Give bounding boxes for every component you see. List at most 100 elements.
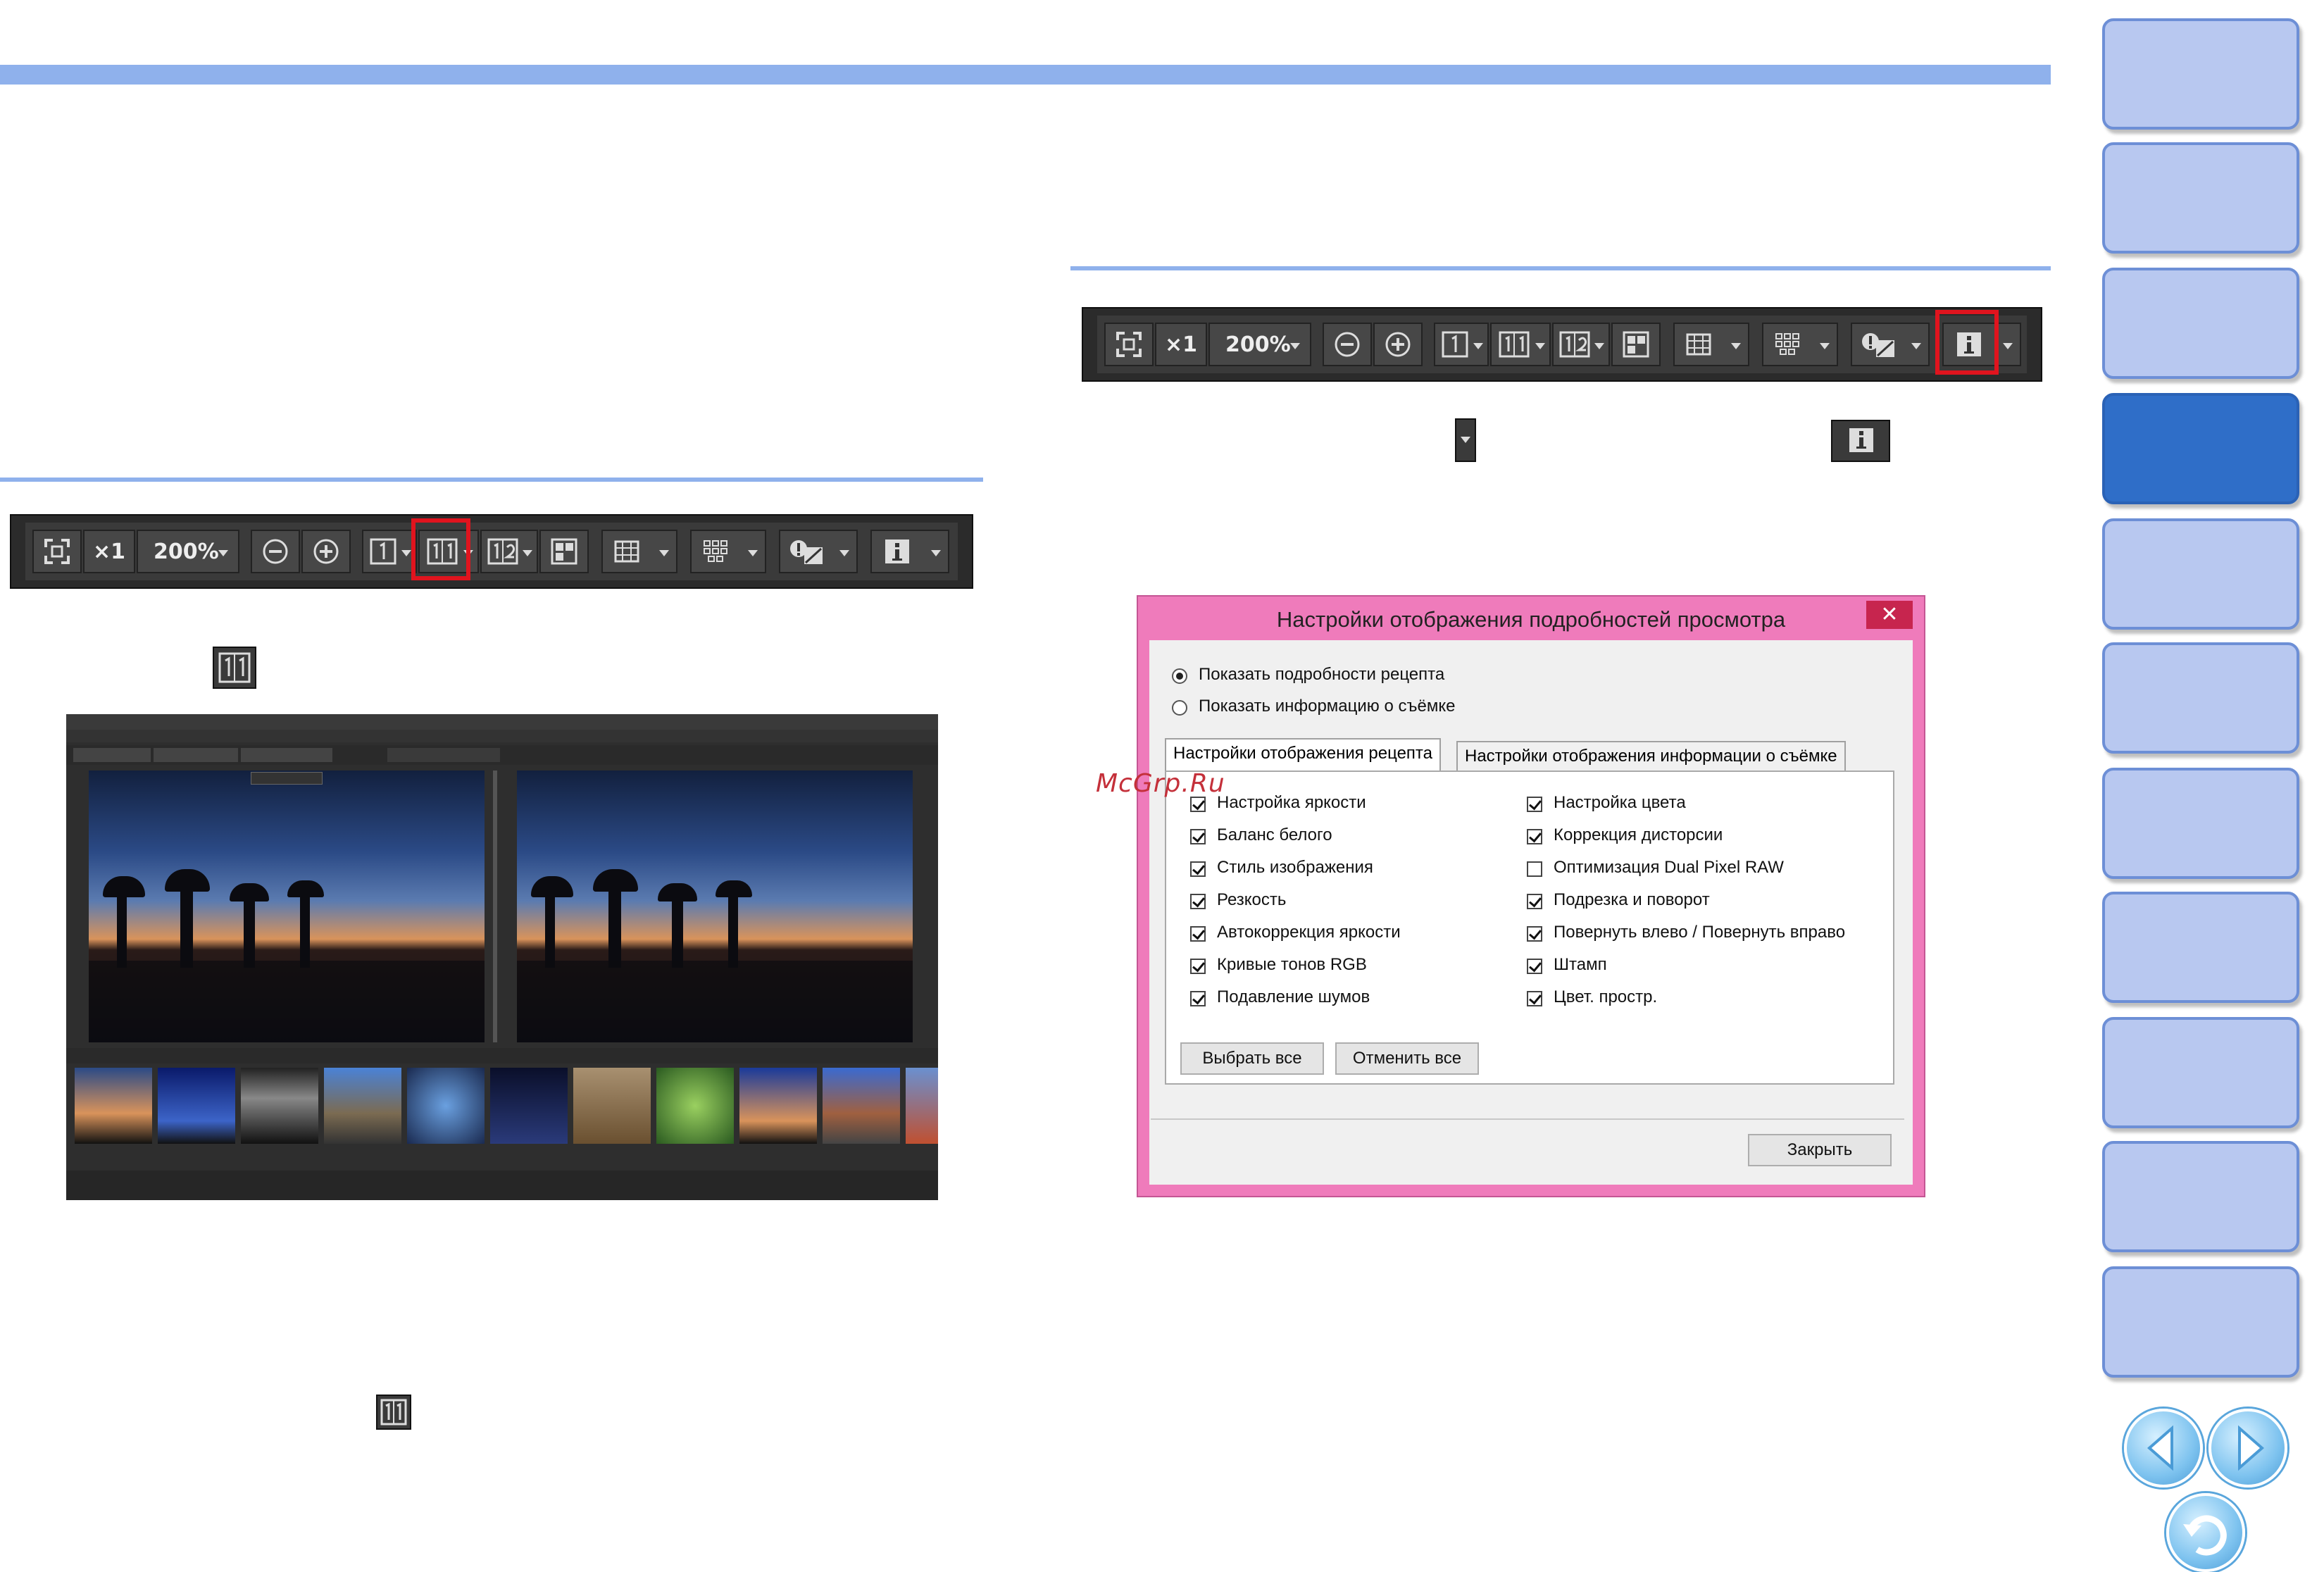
checkbox-label: Кривые тонов RGB	[1217, 955, 1367, 974]
checkbox-label: Штамп	[1554, 955, 1607, 974]
radio-shooting[interactable]	[1172, 700, 1187, 716]
grid-button[interactable]	[1673, 323, 1749, 366]
highlight-warning-button[interactable]	[779, 530, 858, 573]
tab-recipe-settings[interactable]: Настройки отображения рецепта	[1165, 738, 1441, 772]
checkbox-label: Стиль изображения	[1217, 858, 1373, 877]
dropdown-arrow-icon	[1455, 418, 1476, 462]
fit-screen-icon	[44, 539, 70, 564]
checkbox-label: Баланс белого	[1217, 825, 1332, 844]
return-button[interactable]	[2166, 1493, 2245, 1572]
screenshot-statusbar	[66, 1171, 938, 1200]
tab-shooting-settings[interactable]: Настройки отображения информации о съёмк…	[1456, 741, 1846, 772]
checkbox-label: Повернуть влево / Повернуть вправо	[1554, 923, 1846, 942]
zoom-out-button[interactable]	[1323, 323, 1372, 366]
af-points-button[interactable]	[690, 530, 766, 573]
x1-button[interactable]: ×1	[1155, 323, 1207, 366]
checkbox[interactable]	[1527, 991, 1542, 1006]
checkbox-label: Коррекция дисторсии	[1554, 825, 1723, 844]
zoom-in-icon	[313, 539, 339, 564]
viewer-toolbar-left: ×1 200%	[10, 514, 973, 589]
side-tab-3[interactable]	[2102, 268, 2299, 379]
two-view-button[interactable]	[1552, 323, 1610, 366]
prev-page-icon	[2147, 1425, 2173, 1471]
checkbox[interactable]	[1527, 959, 1542, 974]
compare-view-icon	[1499, 331, 1530, 358]
side-tab-4[interactable]	[2102, 393, 2299, 504]
af-points-icon	[704, 540, 727, 562]
close-button[interactable]: Закрыть	[1748, 1134, 1892, 1166]
cancel-all-button[interactable]: Отменить все	[1335, 1042, 1479, 1075]
fit-screen-button[interactable]	[32, 530, 82, 573]
zoom-in-button[interactable]	[301, 530, 351, 573]
checkbox[interactable]	[1527, 797, 1542, 812]
compare-view-button[interactable]	[1490, 323, 1551, 366]
side-tab-10[interactable]	[2102, 1141, 2299, 1252]
side-tab-7[interactable]	[2102, 768, 2299, 879]
checkbox-label: Резкость	[1217, 890, 1287, 909]
grid-icon	[1686, 333, 1711, 356]
thumbnail-strip	[75, 1068, 938, 1166]
checkbox[interactable]	[1190, 991, 1206, 1006]
checkbox-label: Настройка цвета	[1554, 793, 1686, 812]
two-view-icon	[1559, 331, 1590, 358]
section-rule-left	[0, 478, 983, 482]
checkbox[interactable]	[1190, 894, 1206, 909]
checkbox[interactable]	[1190, 797, 1206, 812]
radio-shooting-label: Показать информацию о съёмке	[1199, 697, 1456, 716]
zoom-select[interactable]: 200%	[137, 530, 239, 573]
zoom-in-icon	[1385, 332, 1411, 357]
header-rule	[0, 65, 2051, 85]
multi-view-button[interactable]	[539, 530, 589, 573]
checkbox[interactable]	[1190, 861, 1206, 877]
screenshot-titlebar	[66, 714, 938, 730]
side-tab-6[interactable]	[2102, 642, 2299, 754]
checkbox[interactable]	[1527, 829, 1542, 844]
select-all-button[interactable]: Выбрать все	[1180, 1042, 1324, 1075]
info-button[interactable]	[870, 530, 949, 573]
single-view-icon	[1442, 331, 1468, 358]
single-view-button[interactable]	[1434, 323, 1489, 366]
prev-page-button[interactable]	[2124, 1409, 2203, 1487]
highlight-warning-icon	[790, 540, 823, 564]
highlight-compare-view	[411, 518, 470, 580]
left-preview-image	[89, 771, 485, 1042]
side-tab-1[interactable]	[2102, 18, 2299, 130]
grid-button[interactable]	[601, 530, 677, 573]
checkbox[interactable]	[1527, 926, 1542, 942]
return-icon	[2183, 1515, 2227, 1556]
side-tab-5[interactable]	[2102, 518, 2299, 630]
zoom-select[interactable]: 200%	[1208, 323, 1311, 366]
zoom-out-icon	[1335, 332, 1360, 357]
next-page-button[interactable]	[2209, 1409, 2287, 1487]
checkbox[interactable]	[1190, 926, 1206, 942]
dialog-close-icon[interactable]: ✕	[1866, 601, 1913, 629]
side-tab-2[interactable]	[2102, 142, 2299, 254]
highlight-warning-button[interactable]	[1851, 323, 1930, 366]
zoom-out-button[interactable]	[251, 530, 300, 573]
highlight-info-button	[1935, 310, 1999, 375]
two-view-button[interactable]	[480, 530, 538, 573]
fit-screen-icon	[1116, 332, 1142, 357]
checkbox[interactable]	[1190, 959, 1206, 974]
af-points-button[interactable]	[1762, 323, 1838, 366]
checkbox-label: Цвет. простр.	[1554, 987, 1658, 1006]
dialog-title: Настройки отображения подробностей просм…	[1276, 607, 1786, 632]
checkbox[interactable]	[1527, 894, 1542, 909]
app-screenshot	[66, 714, 938, 1200]
fit-screen-button[interactable]	[1104, 323, 1154, 366]
checkbox[interactable]	[1527, 861, 1542, 877]
side-tab-8[interactable]	[2102, 892, 2299, 1003]
section-rule-right	[1070, 266, 2051, 270]
right-preview-image	[517, 771, 913, 1042]
side-tab-11[interactable]	[2102, 1266, 2299, 1378]
two-view-icon	[487, 538, 518, 565]
zoom-in-button[interactable]	[1373, 323, 1423, 366]
x1-button[interactable]: ×1	[83, 530, 135, 573]
side-tab-9[interactable]	[2102, 1017, 2299, 1128]
multi-view-button[interactable]	[1611, 323, 1661, 366]
info-icon	[885, 539, 909, 563]
single-view-button[interactable]	[362, 530, 417, 573]
checkbox[interactable]	[1190, 829, 1206, 844]
radio-recipe[interactable]	[1172, 668, 1187, 684]
screenshot-toolbar	[66, 745, 938, 765]
